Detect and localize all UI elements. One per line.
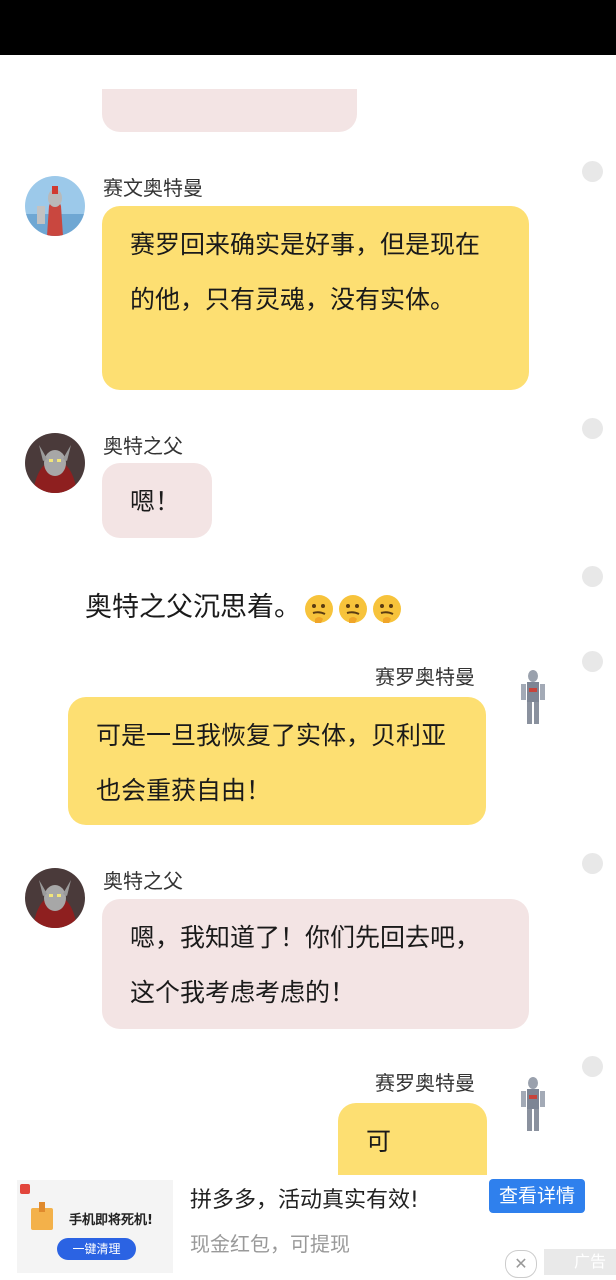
thinking-face-icon: [303, 593, 335, 625]
narration-label: 奥特之父沉思着。: [85, 592, 301, 623]
avatar-father-of-ultra[interactable]: [25, 868, 85, 928]
side-dot[interactable]: [582, 651, 603, 672]
side-dot[interactable]: [582, 853, 603, 874]
message-bubble[interactable]: 赛罗回来确实是好事，但是现在的他，只有灵魂，没有实体。: [102, 206, 529, 390]
thinking-face-icon: [337, 593, 369, 625]
sender-name: 赛文奥特曼: [103, 176, 203, 200]
ad-tag: 广告: [544, 1249, 616, 1275]
avatar-zero[interactable]: [515, 668, 551, 728]
side-dot[interactable]: [582, 418, 603, 439]
close-icon[interactable]: ✕: [505, 1250, 537, 1278]
view-details-button[interactable]: 查看详情: [489, 1179, 585, 1213]
narration-text: 奥特之父沉思着。: [85, 585, 403, 625]
sender-name: 奥特之父: [103, 869, 183, 893]
avatar-seven[interactable]: [25, 176, 85, 236]
status-bar: [0, 0, 616, 55]
avatar-father-of-ultra[interactable]: [25, 433, 85, 493]
sender-name: 奥特之父: [103, 434, 183, 458]
side-dot[interactable]: [582, 566, 603, 587]
ad-thumb-headline: 手机即将死机!: [69, 1213, 153, 1228]
thinking-face-icon: [371, 593, 403, 625]
ad-thumb-button: 一键清理: [57, 1238, 136, 1260]
message-bubble-partial: [102, 89, 357, 132]
message-bubble[interactable]: 嗯，我知道了！你们先回去吧，这个我考虑考虑的！: [102, 899, 529, 1029]
message-bubble[interactable]: 可是一旦我恢复了实体，贝利亚也会重获自由！: [68, 697, 486, 825]
message-bubble[interactable]: 可是……: [338, 1103, 487, 1211]
message-bubble[interactable]: 嗯！: [102, 463, 212, 538]
avatar-zero[interactable]: [515, 1075, 551, 1135]
ad-subtitle: 现金红包，可提现: [190, 1232, 350, 1256]
sender-name: 赛罗奥特曼: [375, 1071, 475, 1095]
side-dot[interactable]: [582, 161, 603, 182]
side-dot[interactable]: [582, 1056, 603, 1077]
ad-thumbnail[interactable]: 手机即将死机! 一键清理: [17, 1180, 173, 1273]
ad-title[interactable]: 拼多多，活动真实有效!: [190, 1182, 419, 1214]
sender-name: 赛罗奥特曼: [375, 665, 475, 689]
